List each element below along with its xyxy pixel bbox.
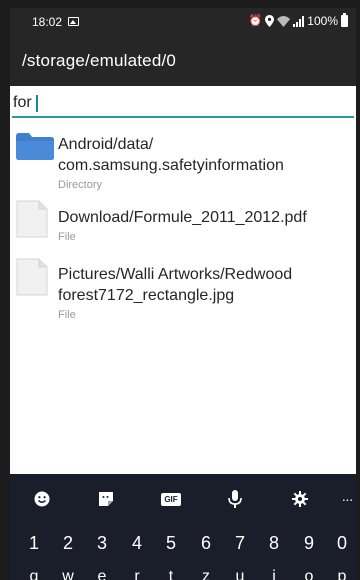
key-q[interactable]: q [19,568,49,580]
item-name-continued: com.samsung.safetyinformation [58,157,284,174]
soft-keyboard: GIF ··· 1 2 3 4 5 6 7 8 9 0 q w e r t z … [10,474,356,580]
key-7[interactable]: 7 [224,524,256,562]
key-p[interactable]: p [327,568,356,580]
item-name: Pictures/Walli Artworks/Redwood [58,266,293,283]
wifi-icon [277,15,291,27]
key-3[interactable]: 3 [86,524,118,562]
emoji-icon[interactable] [29,487,55,511]
key-e[interactable]: e [87,568,117,580]
more-label: ··· [341,491,354,507]
item-name-continued: forest7172_rectangle.jpg [58,287,235,304]
item-name: Android/data/ [58,136,154,153]
key-u[interactable]: u [225,568,255,580]
key-6[interactable]: 6 [190,524,222,562]
search-input[interactable] [13,92,349,114]
key-2[interactable]: 2 [52,524,84,562]
key-w[interactable]: w [53,568,83,580]
folder-icon [16,133,54,160]
app-bar: /storage/emulated/0 [10,36,356,86]
alarm-icon: ⏰ [248,15,263,27]
current-path-title: /storage/emulated/0 [22,51,177,70]
results-list: Android/data/ com.samsung.safetyinformat… [10,126,356,332]
list-item[interactable]: Android/data/ com.samsung.safetyinformat… [10,126,356,196]
key-z[interactable]: z [191,568,221,580]
screen-frame-top [0,0,360,8]
key-t[interactable]: t [156,568,186,580]
mic-icon[interactable] [222,487,248,511]
sticker-icon[interactable] [93,487,119,511]
key-0[interactable]: 0 [326,524,358,562]
letter-row: q w e r t z u i o p [10,566,356,580]
file-icon [16,200,48,238]
key-o[interactable]: o [294,568,324,580]
signal-icon [293,15,305,27]
file-icon [16,258,48,296]
list-item[interactable]: Pictures/Walli Artworks/Redwood forest71… [10,252,356,332]
battery-percent: 100% [307,14,338,28]
gif-icon[interactable]: GIF [158,487,184,511]
more-icon[interactable]: ··· [334,487,360,511]
search-area [10,86,356,120]
status-time: 18:02 [32,15,63,29]
keyboard-toolbar: GIF ··· [10,474,356,524]
key-r[interactable]: r [122,568,152,580]
key-5[interactable]: 5 [155,524,187,562]
key-9[interactable]: 9 [293,524,325,562]
battery-icon [341,13,348,27]
gif-label: GIF [161,492,181,506]
item-type: File [58,309,76,321]
location-icon [265,15,275,27]
key-4[interactable]: 4 [121,524,153,562]
key-1[interactable]: 1 [18,524,50,562]
item-name: Download/Formule_2011_2012.pdf [58,209,307,226]
key-i[interactable]: i [259,568,289,580]
item-type: Directory [58,179,103,191]
search-underline [12,116,354,118]
settings-icon[interactable] [287,487,313,511]
screen-frame-left [0,0,10,580]
text-cursor [36,95,38,112]
key-8[interactable]: 8 [258,524,290,562]
status-icons: ⏰ 100% [248,13,348,28]
number-row: 1 2 3 4 5 6 7 8 9 0 [10,524,356,564]
item-type: File [58,231,76,243]
status-bar: 18:02 ⏰ 100% [10,8,356,36]
list-item[interactable]: Download/Formule_2011_2012.pdf File [10,196,356,252]
image-icon [68,17,79,26]
